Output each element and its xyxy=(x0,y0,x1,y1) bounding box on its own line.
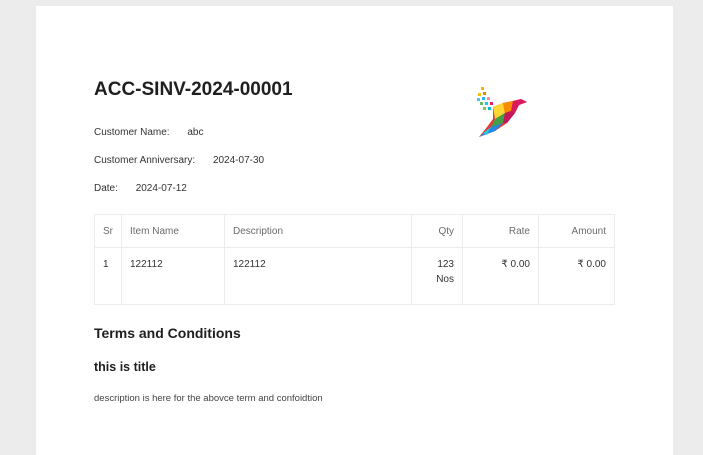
customer-anniversary-field: Customer Anniversary: 2024-07-30 xyxy=(94,155,264,166)
cell-item-name: 122112 xyxy=(121,247,225,305)
cell-qty: 123 Nos xyxy=(411,247,463,305)
invoice-number-title: ACC-SINV-2024-00001 xyxy=(94,79,293,100)
customer-anniversary-value: 2024-07-30 xyxy=(212,155,265,166)
cell-qty-unit: Nos xyxy=(436,274,454,285)
header-sr: Sr xyxy=(94,214,122,248)
customer-name-field: Customer Name: abc xyxy=(94,127,203,138)
header-description: Description xyxy=(224,214,412,248)
customer-name-label: Customer Name: xyxy=(94,127,170,138)
invoice-date-label: Date: xyxy=(94,183,118,194)
header-rate: Rate xyxy=(462,214,539,248)
customer-name-value: abc xyxy=(187,127,204,138)
items-table: Sr Item Name Description Qty Rate Amount… xyxy=(94,214,615,305)
colorful-bird-logo-icon xyxy=(477,87,527,137)
cell-sr: 1 xyxy=(94,247,122,305)
print-sheet: ACC-SINV-2024-00001 Customer Name: abc C… xyxy=(36,6,673,455)
terms-description: description is here for the abovce term … xyxy=(94,393,323,404)
header-qty: Qty xyxy=(411,214,463,248)
terms-heading: Terms and Conditions xyxy=(94,325,241,341)
terms-title: this is title xyxy=(94,360,156,374)
items-table-header-row: Sr Item Name Description Qty Rate Amount xyxy=(94,214,615,248)
header-amount: Amount xyxy=(538,214,615,248)
cell-rate: ₹ 0.00 xyxy=(462,247,539,305)
cell-description: 122112 xyxy=(224,247,412,305)
invoice-date-field: Date: 2024-07-12 xyxy=(94,183,187,194)
invoice-date-value: 2024-07-12 xyxy=(135,183,187,194)
customer-anniversary-label: Customer Anniversary: xyxy=(94,155,196,166)
table-row: 1 122112 122112 123 Nos ₹ 0.00 ₹ 0.00 xyxy=(94,247,615,305)
header-item-name: Item Name xyxy=(121,214,225,248)
cell-amount: ₹ 0.00 xyxy=(538,247,615,305)
cell-qty-value: 123 xyxy=(437,259,454,270)
